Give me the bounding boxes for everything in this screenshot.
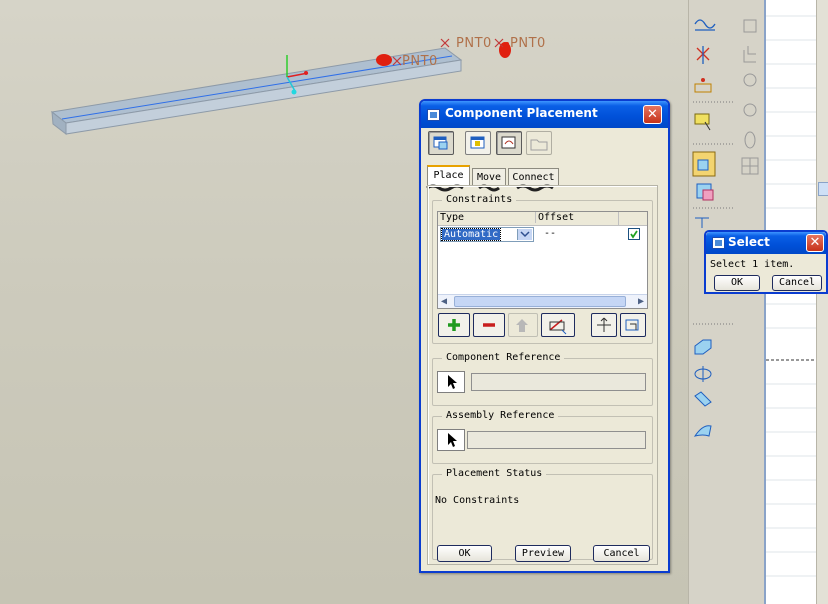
- coord-constraint-button[interactable]: [591, 313, 617, 337]
- constraints-table: Type Offset Automatic -- ◀ ▶: [437, 211, 648, 309]
- window-icon: [427, 109, 440, 121]
- separate-window-button[interactable]: [428, 131, 454, 155]
- checkmark-icon: [630, 230, 638, 239]
- select-message: Select 1 item.: [710, 259, 795, 270]
- assembly-reference-group: Assembly Reference: [432, 410, 653, 464]
- cylinder-icon: [744, 131, 756, 149]
- component-placement-dialog: Component Placement ✕ Place Move Connect…: [419, 99, 670, 573]
- assembly-window-button[interactable]: [465, 131, 491, 155]
- dialog-titlebar[interactable]: Component Placement ✕: [421, 101, 668, 128]
- assembly-reference-field[interactable]: [467, 431, 646, 449]
- scroll-left-icon[interactable]: ◀: [441, 296, 447, 307]
- constraint-type-select[interactable]: Automatic: [440, 227, 534, 242]
- shell-icon: [694, 339, 712, 355]
- select-ok-button[interactable]: OK: [714, 275, 760, 291]
- arrow-cursor-icon: [448, 375, 457, 389]
- constraints-legend: Constraints: [442, 194, 517, 205]
- chevron-down-icon[interactable]: [517, 229, 532, 240]
- vertical-scrollbar[interactable]: [816, 0, 828, 604]
- datum-point-icon: [696, 46, 710, 64]
- placement-status-legend: Placement Status: [442, 468, 547, 479]
- constraint-offset-value: --: [544, 228, 557, 239]
- round2-icon: [743, 103, 757, 117]
- flip-constraint-button[interactable]: [541, 313, 575, 337]
- table-horizontal-scrollbar[interactable]: ◀ ▶: [438, 294, 647, 308]
- close-button[interactable]: ✕: [806, 234, 824, 252]
- col-type-header: Type: [440, 212, 465, 223]
- select-cancel-button[interactable]: Cancel: [772, 275, 822, 291]
- flip-icon: [549, 319, 567, 335]
- create-component-icon: [696, 183, 714, 201]
- place-tab-panel: Constraints Type Offset Automatic -- ◀ ▶…: [427, 185, 658, 565]
- assembly-window-icon: [470, 136, 485, 149]
- bar-axis-line: [61, 55, 453, 120]
- cancel-button[interactable]: Cancel: [593, 545, 650, 562]
- open-folder-button[interactable]: [526, 131, 552, 155]
- assembly-reference-legend: Assembly Reference: [442, 410, 559, 421]
- copy-icon: [743, 19, 757, 33]
- col-offset-header: Offset: [535, 212, 574, 223]
- plus-icon: [448, 319, 460, 331]
- reorder-constraint-button[interactable]: [508, 313, 538, 337]
- add-constraint-button[interactable]: [438, 313, 470, 337]
- select-titlebar[interactable]: Select ✕: [706, 232, 826, 254]
- flexibility-button[interactable]: [496, 131, 522, 155]
- ok-button[interactable]: OK: [437, 545, 492, 562]
- bar-part-top: [50, 47, 463, 124]
- close-button[interactable]: ✕: [643, 105, 662, 124]
- layout-icon: [743, 46, 756, 63]
- datum-point-label: PNT0: [402, 54, 438, 69]
- scrollbar-thumb[interactable]: [454, 296, 626, 307]
- datum-plane-icon: [694, 113, 711, 131]
- table-header: Type Offset: [438, 212, 647, 226]
- model-tree-panel: [764, 0, 818, 604]
- component-reference-field[interactable]: [471, 373, 646, 391]
- component-reference-group: Component Reference: [432, 352, 653, 406]
- feature-toolbar: [688, 0, 739, 604]
- bar-part-front: [65, 59, 462, 135]
- assemble-icon: [692, 151, 716, 177]
- separate-window-icon: [433, 136, 448, 150]
- constraint-type-value: Automatic: [440, 228, 502, 241]
- dialog-title: Component Placement: [445, 106, 598, 120]
- component-reference-legend: Component Reference: [442, 352, 565, 363]
- window-icon: [712, 237, 725, 249]
- minus-icon: [483, 323, 495, 327]
- preview-button[interactable]: Preview: [515, 545, 571, 562]
- sweep-icon: [694, 391, 712, 407]
- datum-point-label: PNT0: [510, 36, 546, 51]
- datum-points-icon: [694, 78, 712, 93]
- scroll-right-icon[interactable]: ▶: [638, 296, 644, 307]
- scrollbar-thumb[interactable]: [818, 182, 828, 196]
- flexibility-icon: [501, 136, 516, 149]
- round-icon: [743, 73, 757, 87]
- blend-icon: [693, 425, 712, 437]
- secondary-toolbar: [738, 0, 764, 604]
- component-reference-select-button[interactable]: [437, 371, 465, 393]
- datum-marker-1: [376, 54, 392, 66]
- tab-place[interactable]: Place: [427, 165, 470, 185]
- revolve-icon: [694, 366, 712, 382]
- arrow-up-icon: [516, 319, 528, 332]
- select-title: Select: [728, 235, 770, 249]
- constraint-enabled-checkbox[interactable]: [628, 228, 640, 240]
- arrow-cursor-icon: [448, 433, 457, 447]
- assembly-reference-select-button[interactable]: [437, 429, 465, 451]
- placement-status-text: No Constraints: [435, 495, 520, 506]
- datum-point-label: PNT0: [456, 36, 492, 51]
- select-dialog: Select ✕ Select 1 item. OK Cancel: [704, 230, 828, 294]
- packaged-constraint-button[interactable]: [620, 313, 646, 337]
- sketched-curve-icon: [694, 19, 716, 29]
- constraints-group: Constraints Type Offset Automatic -- ◀ ▶: [432, 194, 653, 344]
- folder-icon: [530, 139, 548, 151]
- package-icon: [625, 319, 639, 331]
- mirror-icon: [695, 217, 709, 228]
- remove-constraint-button[interactable]: [473, 313, 505, 337]
- coord-axes-icon: [597, 317, 611, 332]
